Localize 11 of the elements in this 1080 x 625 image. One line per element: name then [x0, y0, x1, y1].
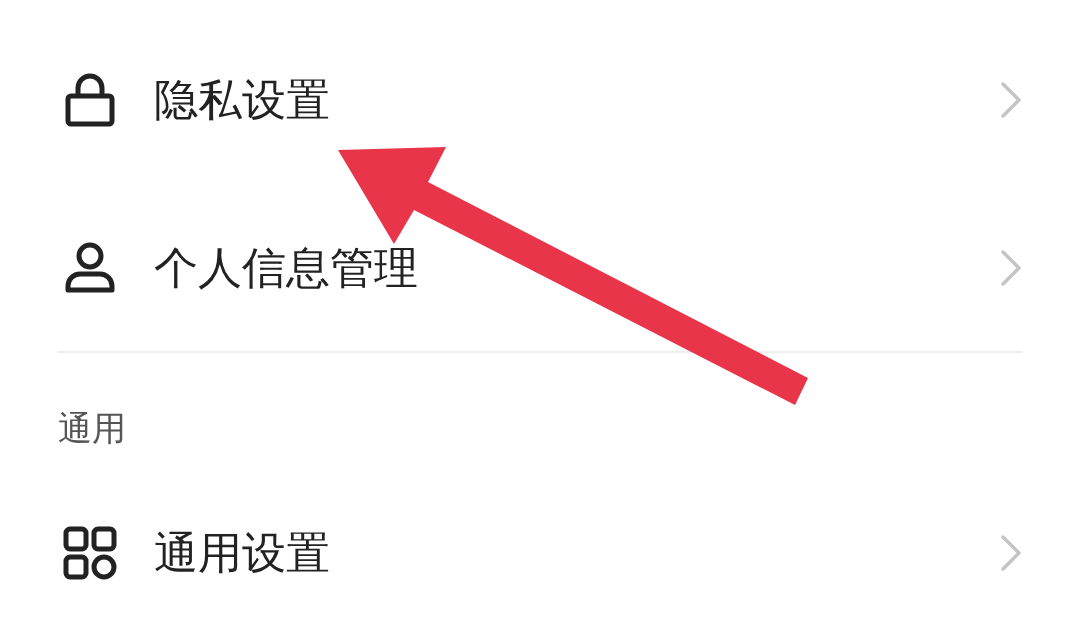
settings-row[interactable]: 通用设置 [0, 503, 1080, 603]
grid-icon [62, 525, 118, 581]
settings-row[interactable]: 个人信息管理 [0, 185, 1080, 351]
row-label: 个人信息管理 [154, 246, 419, 290]
chevron-right-icon [1000, 534, 1022, 572]
settings-row[interactable]: 隐私设置 [0, 15, 1080, 185]
row-label: 隐私设置 [154, 78, 331, 122]
section-header: 通用 [58, 406, 126, 450]
row-label: 通用设置 [154, 531, 331, 575]
chevron-right-icon [1000, 249, 1022, 287]
chevron-right-icon [1000, 81, 1022, 119]
